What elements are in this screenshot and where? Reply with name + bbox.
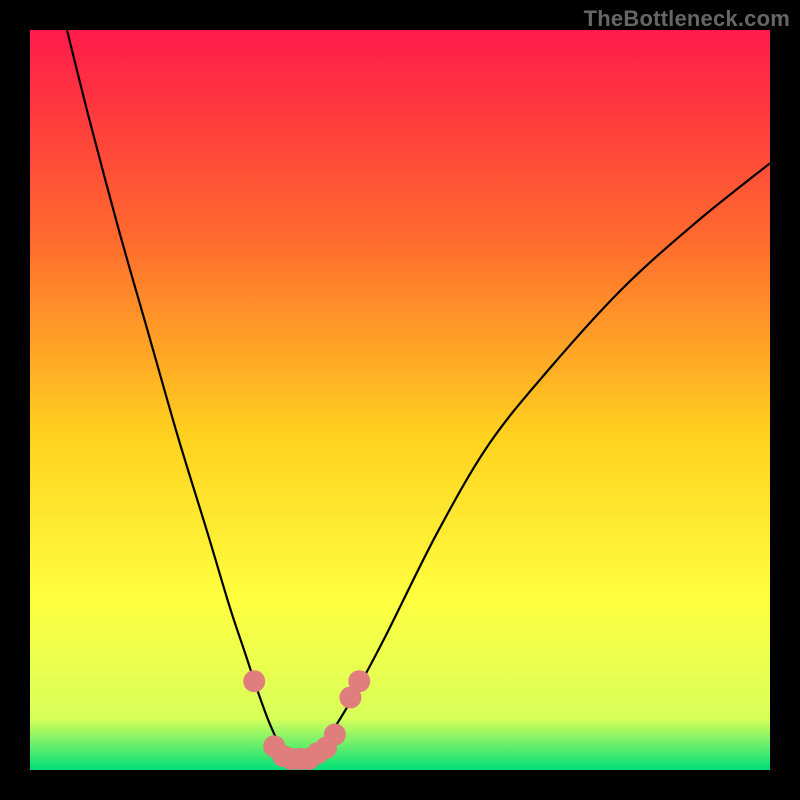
watermark-text: TheBottleneck.com bbox=[584, 6, 790, 32]
plot-background bbox=[30, 30, 770, 770]
highlight-dot bbox=[324, 723, 346, 745]
chart-canvas bbox=[0, 0, 800, 800]
highlight-dot bbox=[243, 670, 265, 692]
highlight-dot bbox=[348, 670, 370, 692]
chart-frame: TheBottleneck.com bbox=[0, 0, 800, 800]
